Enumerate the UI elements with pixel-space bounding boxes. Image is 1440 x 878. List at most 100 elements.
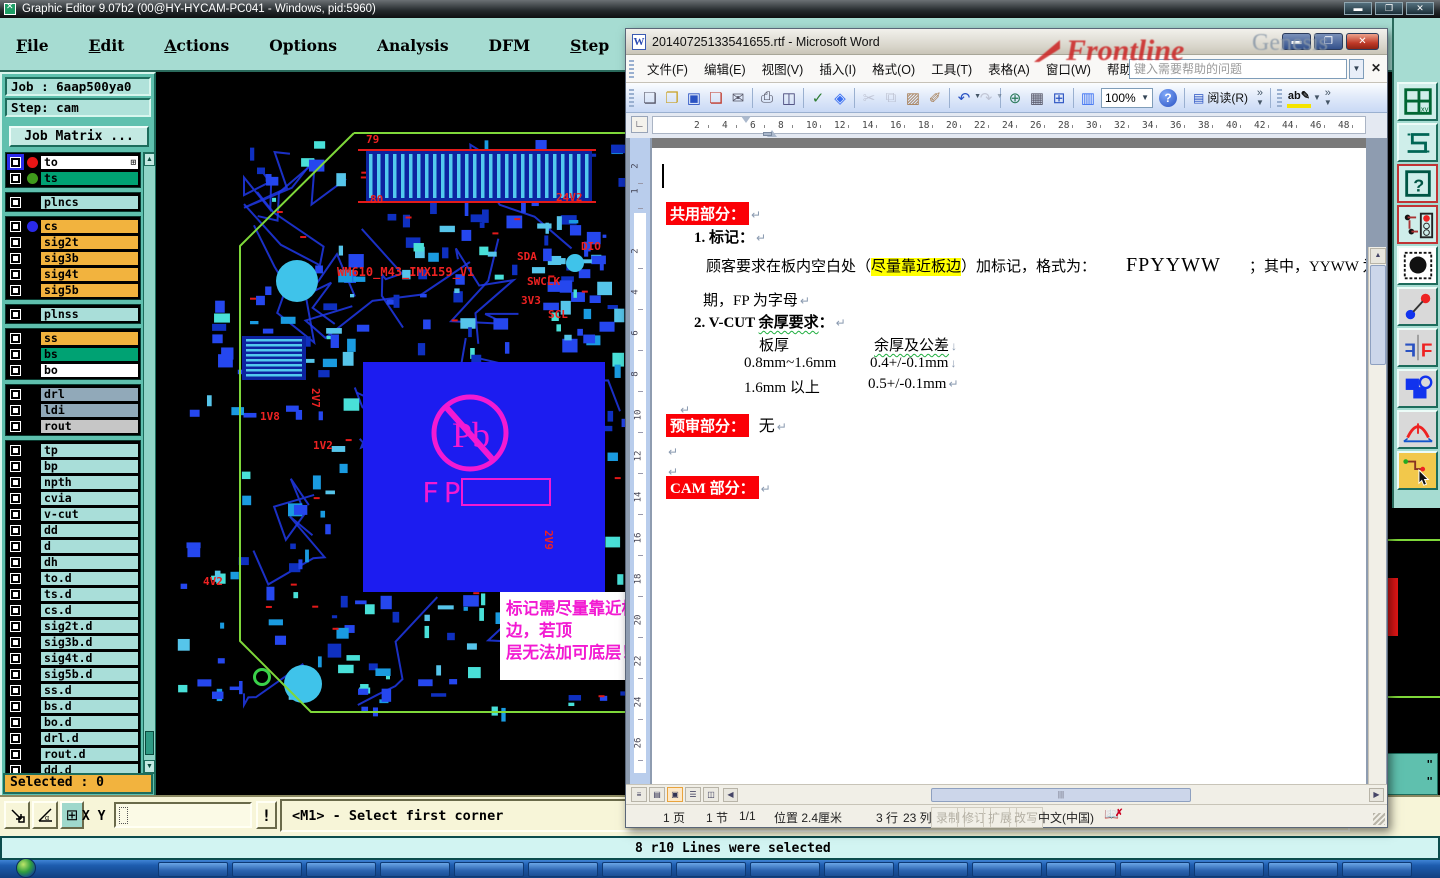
layer-visibility-checkbox[interactable] <box>7 218 24 234</box>
taskbar-button[interactable] <box>232 862 302 877</box>
xy-origin-icon[interactable]: xy <box>1397 82 1438 121</box>
layer-visibility-checkbox[interactable] <box>7 650 24 666</box>
toolbar-grip[interactable] <box>1276 88 1282 107</box>
layer-name[interactable]: ts.d <box>40 586 139 602</box>
menu-edit[interactable]: Edit <box>89 36 125 55</box>
vertical-scrollbar[interactable]: ▲ ▼ ▲▲ ● ▼▼ <box>1368 247 1386 784</box>
layer-row-to[interactable]: to ⊞ <box>7 154 139 170</box>
xy-coordinate-input[interactable] <box>114 802 252 828</box>
taskbar-button[interactable] <box>1046 862 1116 877</box>
taskbar-button[interactable] <box>750 862 820 877</box>
close-icon[interactable]: ✕ <box>1406 2 1434 15</box>
zoom-combobox[interactable]: 100% ▼ <box>1101 87 1153 108</box>
layer-name[interactable]: sig5b <box>40 282 139 298</box>
layer-name[interactable]: v-cut <box>40 506 139 522</box>
tables-borders-icon[interactable]: ▦ <box>1026 87 1048 109</box>
layer-row-cvia[interactable]: cvia <box>7 490 139 506</box>
layer-name[interactable]: sig2t.d <box>40 618 139 634</box>
layer-row-ss[interactable]: ss <box>7 330 139 346</box>
layer-visibility-checkbox[interactable] <box>7 698 24 714</box>
layer-row-d[interactable]: d <box>7 538 139 554</box>
layer-row-ts.d[interactable]: ts.d <box>7 586 139 602</box>
layer-name[interactable]: cs.d <box>40 602 139 618</box>
word-close-icon[interactable]: ✕ <box>1346 33 1379 50</box>
layer-row-sig5b[interactable]: sig5b <box>7 282 139 298</box>
move-vertex-icon[interactable] <box>1397 287 1438 326</box>
taskbar-button[interactable] <box>676 862 746 877</box>
layer-name[interactable]: sig3b <box>40 250 139 266</box>
taskbar-button[interactable] <box>306 862 376 877</box>
open-icon[interactable]: ❐ <box>661 87 683 109</box>
resize-grip[interactable] <box>1373 813 1385 825</box>
paste-icon[interactable]: ▨ <box>902 87 924 109</box>
layer-visibility-checkbox[interactable] <box>7 490 24 506</box>
permission-icon[interactable]: ❏ <box>705 87 727 109</box>
layer-row-bs.d[interactable]: bs.d <box>7 698 139 714</box>
layer-visibility-checkbox[interactable] <box>7 522 24 538</box>
layer-visibility-checkbox[interactable] <box>7 682 24 698</box>
layer-row-v-cut[interactable]: v-cut <box>7 506 139 522</box>
layer-visibility-checkbox[interactable] <box>7 266 24 282</box>
menu-file[interactable]: File <box>16 36 49 55</box>
scroll-down-icon[interactable]: ▼ <box>144 760 155 773</box>
layer-visibility-checkbox[interactable] <box>7 442 24 458</box>
layer-name[interactable]: to.d <box>40 570 139 586</box>
layer-row-cs[interactable]: cs <box>7 218 139 234</box>
word-menu-格式O[interactable]: 格式(O) <box>864 56 923 81</box>
restore-icon[interactable]: ❐ <box>1375 2 1403 15</box>
layer-row-npth[interactable]: npth <box>7 474 139 490</box>
layer-name[interactable]: rout <box>40 418 139 434</box>
serpentine-route-icon[interactable] <box>1397 123 1438 162</box>
layer-name[interactable]: drl <box>40 386 139 402</box>
taskbar-button[interactable] <box>380 862 450 877</box>
layer-name[interactable]: drl.d <box>40 730 139 746</box>
layer-visibility-checkbox[interactable] <box>7 418 24 434</box>
pad-symbol-icon[interactable] <box>1397 246 1438 285</box>
layer-visibility-checkbox[interactable] <box>7 386 24 402</box>
layer-visibility-checkbox[interactable] <box>7 570 24 586</box>
measure-button[interactable]: α <box>32 801 58 829</box>
measure-arc-icon[interactable] <box>1397 410 1438 449</box>
highlight-icon[interactable]: ab✎ <box>1286 88 1311 108</box>
layer-visibility-checkbox[interactable] <box>7 194 24 210</box>
layer-name[interactable]: bs <box>40 346 139 362</box>
layer-name[interactable]: cvia <box>40 490 139 506</box>
layer-name[interactable]: bo.d <box>40 714 139 730</box>
layer-row-rout.d[interactable]: rout.d <box>7 746 139 762</box>
word-titlebar[interactable]: W 20140725133541655.rtf - Microsoft Word… <box>626 29 1387 55</box>
layer-visibility-checkbox[interactable] <box>7 538 24 554</box>
word-restore-icon[interactable]: ❐ <box>1314 33 1343 50</box>
outline-view-icon[interactable]: ☰ <box>685 787 701 802</box>
scroll-right-icon[interactable]: ▶ <box>1369 788 1384 802</box>
taskbar-button[interactable] <box>1342 862 1412 877</box>
layer-name[interactable]: dd <box>40 522 139 538</box>
word-menu-编辑E[interactable]: 编辑(E) <box>696 56 754 81</box>
document-page[interactable]: 共用部分： ↵ 1. 标记： ↵ 顾客要求在板内空白处（尽量靠近板边）加标记，格式为… <box>652 148 1366 784</box>
word-minimize-icon[interactable]: ▬ <box>1282 33 1311 50</box>
layer-row-bo.d[interactable]: bo.d <box>7 714 139 730</box>
layer-row-sig3b[interactable]: sig3b <box>7 250 139 266</box>
layer-visibility-checkbox[interactable] <box>7 554 24 570</box>
layer-name[interactable]: bp <box>40 458 139 474</box>
taskbar-button[interactable] <box>1194 862 1264 877</box>
toolbar-options-icon[interactable]: » ▼ <box>1321 87 1335 107</box>
word-menu-文件F[interactable]: 文件(F) <box>639 56 696 81</box>
new-document-icon[interactable]: ❏ <box>639 87 661 109</box>
menu-actions[interactable]: Actions <box>164 36 229 55</box>
print-icon[interactable]: ⎙ <box>756 87 778 109</box>
layer-row-bp[interactable]: bp <box>7 458 139 474</box>
grid-toggle-button[interactable]: ⊞ <box>60 801 84 829</box>
word-menu-插入I[interactable]: 插入(I) <box>811 56 864 81</box>
read-mode-button[interactable]: ▤ 阅读(R) <box>1188 87 1253 108</box>
scroll-up-icon[interactable]: ▲ <box>1370 248 1386 264</box>
layer-row-dh[interactable]: dh <box>7 554 139 570</box>
layer-visibility-checkbox[interactable] <box>7 506 24 522</box>
layer-visibility-checkbox[interactable] <box>7 346 24 362</box>
layer-visibility-checkbox[interactable] <box>7 602 24 618</box>
layer-row-cs.d[interactable]: cs.d <box>7 602 139 618</box>
job-matrix-button[interactable]: Job Matrix ... <box>9 126 149 147</box>
help-icon[interactable]: ? <box>1397 164 1438 203</box>
format-painter-icon[interactable]: ✐ <box>924 87 946 109</box>
layer-name[interactable]: to ⊞ <box>40 154 139 170</box>
layer-name[interactable]: plnss <box>40 306 139 322</box>
